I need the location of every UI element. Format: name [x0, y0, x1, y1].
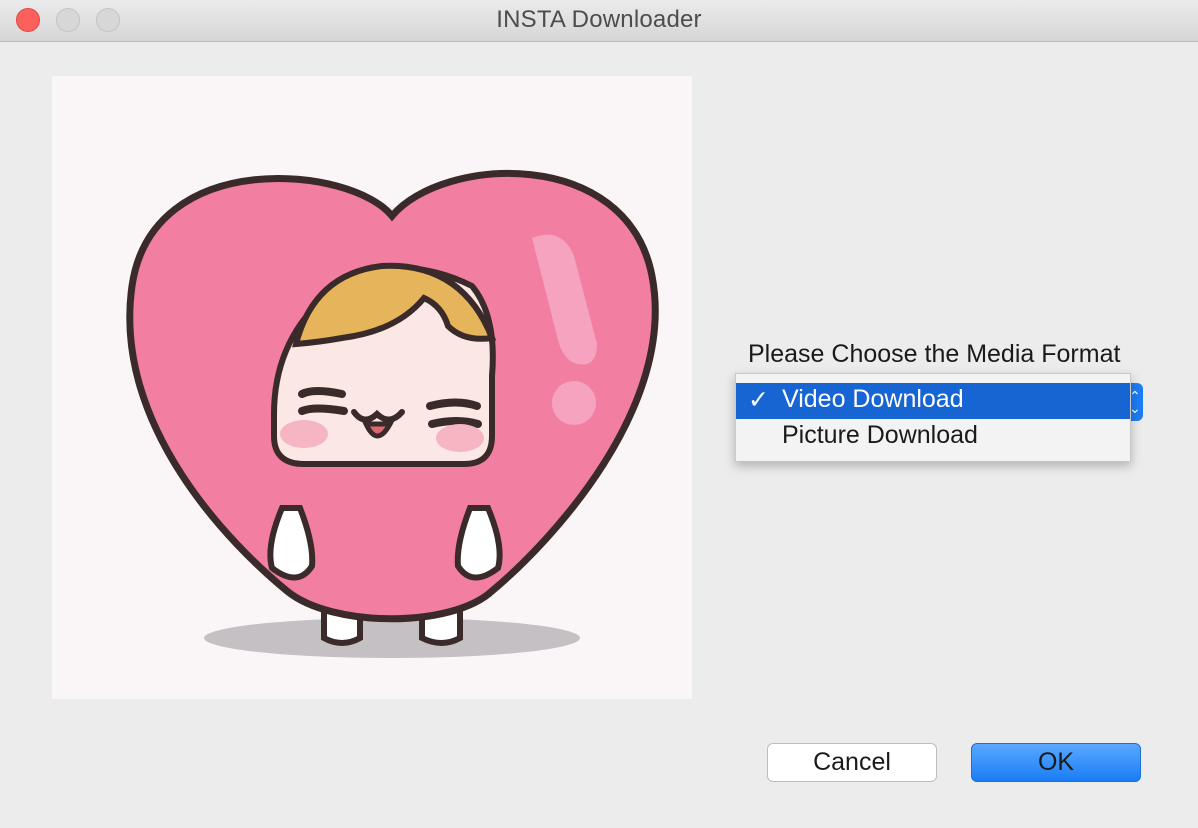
cancel-button[interactable]: Cancel — [767, 743, 937, 782]
checkmark-icon: ✓ — [748, 386, 769, 414]
ok-button[interactable]: OK — [971, 743, 1141, 782]
menu-item-picture-download[interactable]: Picture Download — [736, 419, 1130, 455]
window-title: INSTA Downloader — [496, 6, 702, 33]
menu-item-label: Picture Download — [782, 421, 978, 449]
menu-item-video-download[interactable]: ✓ Video Download — [736, 383, 1130, 419]
dialog-window: INSTA Downloader Please Choose the Media… — [0, 0, 1198, 828]
heart-character-illustration — [126, 170, 659, 658]
media-preview — [52, 76, 692, 699]
media-format-dropdown-menu: ✓ Video Download Picture Download — [735, 373, 1131, 462]
media-format-prompt: Please Choose the Media Format — [748, 340, 1121, 368]
menu-item-label: Video Download — [782, 385, 964, 413]
title-bar: INSTA Downloader — [0, 0, 1198, 42]
